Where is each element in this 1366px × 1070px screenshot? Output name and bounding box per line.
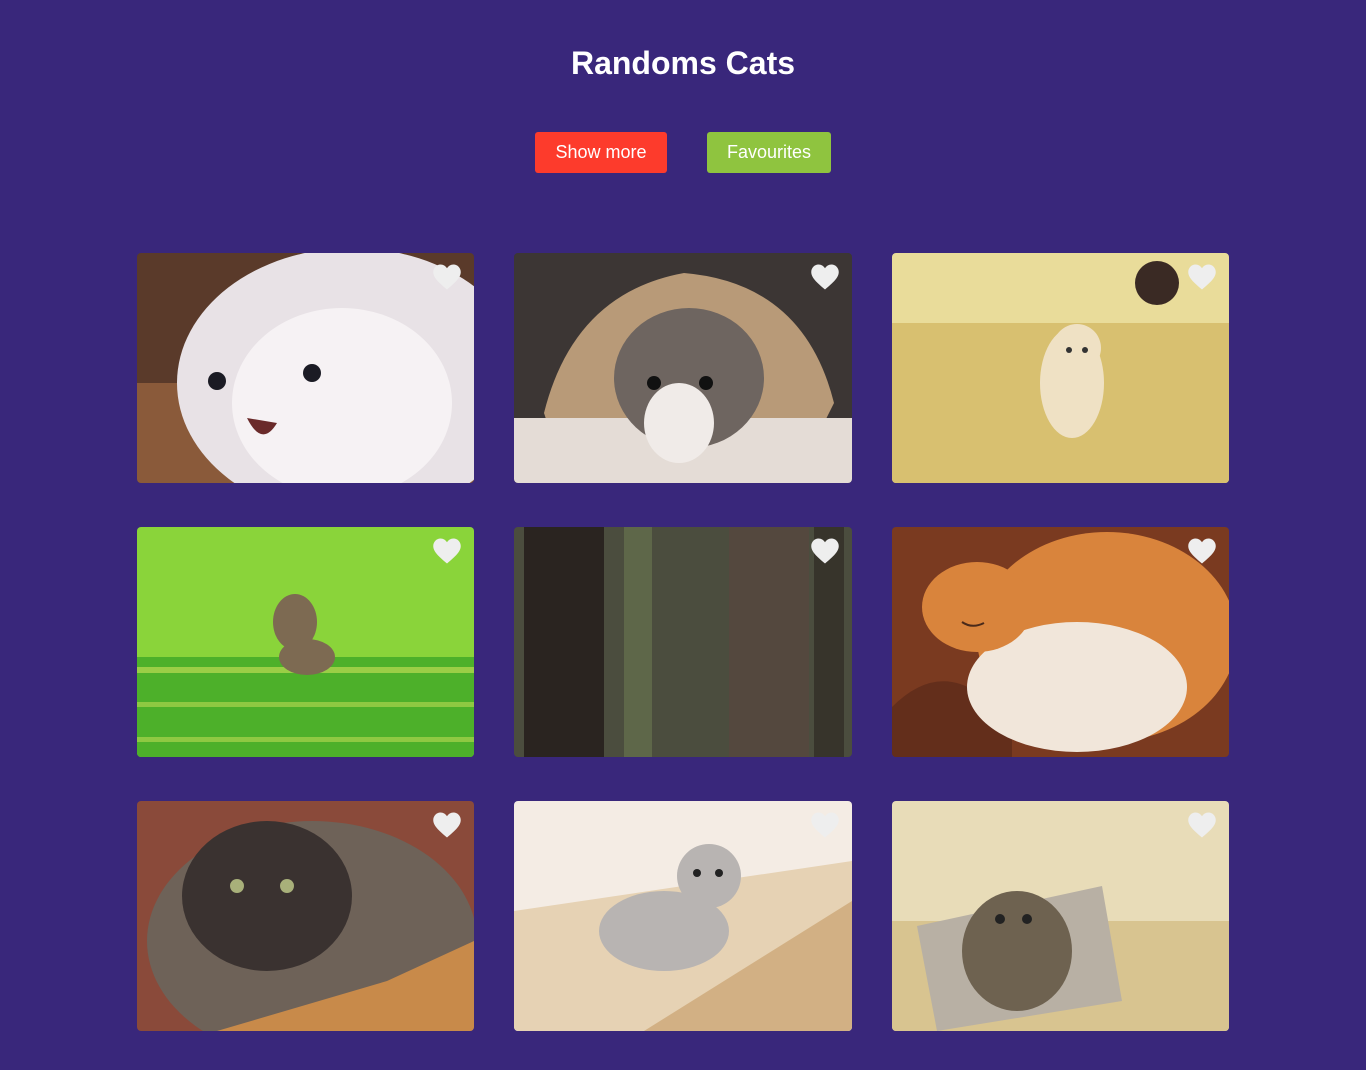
heart-icon[interactable] (432, 263, 462, 291)
cat-card (137, 253, 474, 483)
cat-photo (892, 253, 1229, 483)
cat-card (137, 801, 474, 1031)
cat-card (137, 527, 474, 757)
heart-icon[interactable] (432, 811, 462, 839)
cat-photo (137, 801, 474, 1031)
cat-photo (514, 527, 852, 757)
cat-grid (137, 253, 1229, 1031)
cat-card (514, 527, 852, 757)
cat-card (514, 801, 852, 1031)
cat-photo (137, 527, 474, 757)
cat-card (892, 253, 1229, 483)
cat-card (514, 253, 852, 483)
heart-icon[interactable] (810, 811, 840, 839)
heart-icon[interactable] (1187, 537, 1217, 565)
heart-icon[interactable] (1187, 811, 1217, 839)
cat-photo (514, 253, 852, 483)
page-title: Randoms Cats (570, 45, 796, 81)
heart-icon[interactable] (432, 537, 462, 565)
heart-icon[interactable] (810, 263, 840, 291)
cat-card (892, 801, 1229, 1031)
cat-photo (892, 527, 1229, 757)
show-more-button[interactable]: Show more (535, 132, 667, 173)
cat-card (892, 527, 1229, 757)
heart-icon[interactable] (1187, 263, 1217, 291)
favourites-button[interactable]: Favourites (707, 132, 831, 173)
cat-photo (892, 801, 1229, 1031)
heart-icon[interactable] (810, 537, 840, 565)
cat-photo (137, 253, 474, 483)
cat-photo (514, 801, 852, 1031)
